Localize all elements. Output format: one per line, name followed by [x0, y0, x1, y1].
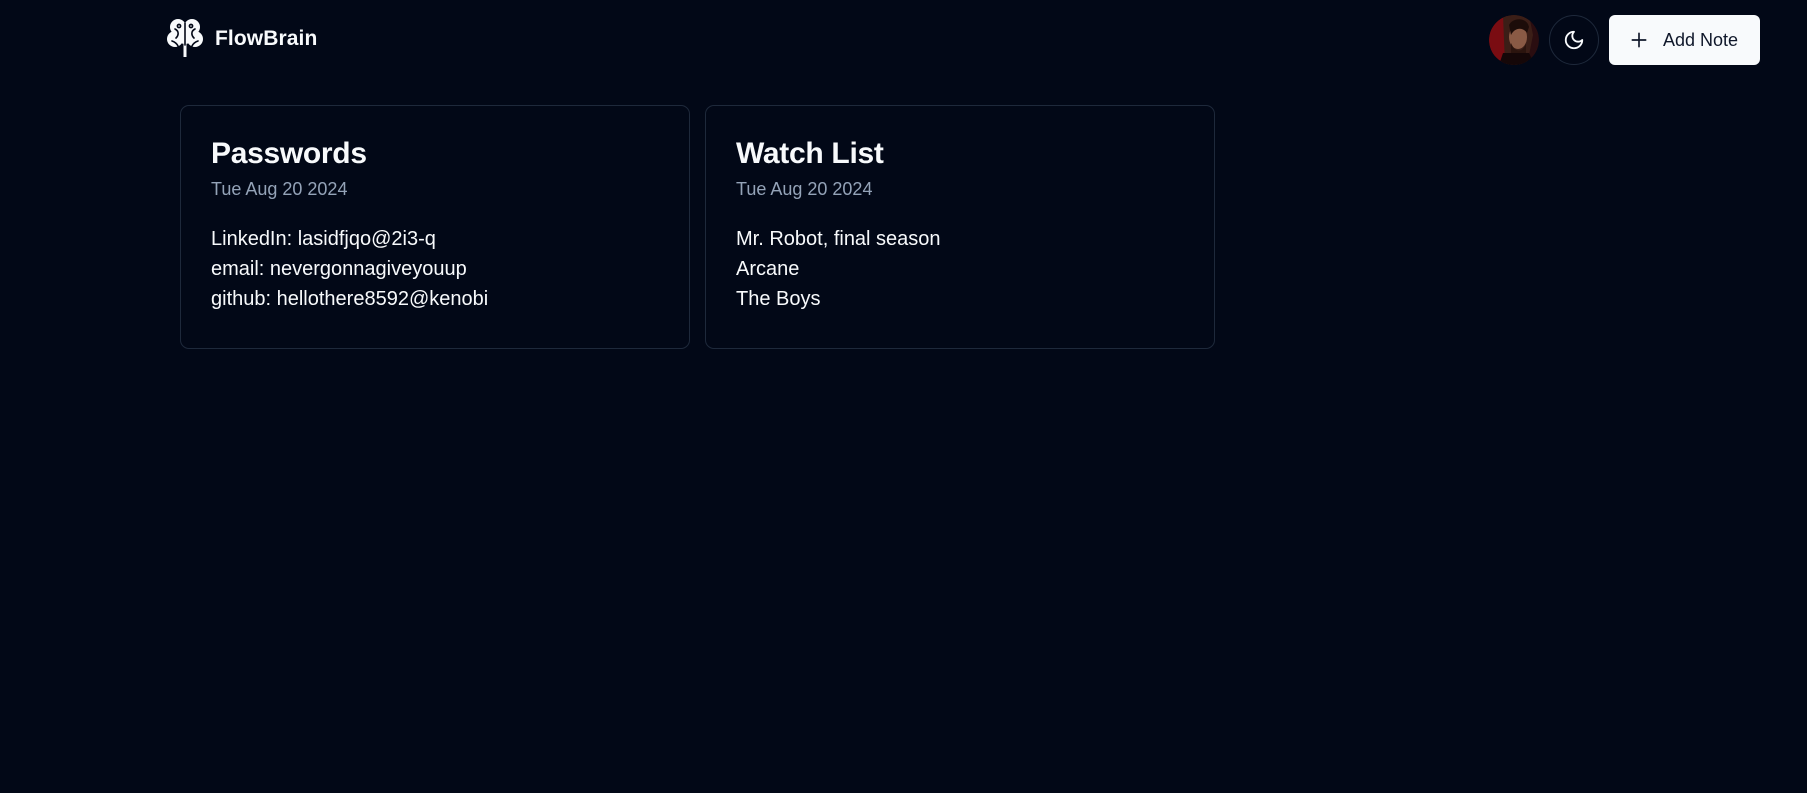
- note-title: Watch List: [736, 137, 884, 170]
- note-date: Tue Aug 20 2024: [211, 179, 348, 199]
- note-card[interactable]: Watch List Tue Aug 20 2024 Mr. Robot, fi…: [705, 105, 1215, 349]
- brand-name: FlowBrain: [215, 27, 318, 50]
- add-note-label: Add Note: [1662, 29, 1738, 50]
- header-actions: Add Note: [1488, 15, 1760, 65]
- note-title: Passwords: [211, 137, 367, 170]
- note-line: Arcane: [736, 258, 800, 280]
- moon-icon: [1564, 30, 1584, 50]
- add-note-button[interactable]: Add Note: [1608, 15, 1760, 65]
- note-date: Tue Aug 20 2024: [736, 179, 873, 199]
- notes-grid: Passwords Tue Aug 20 2024 LinkedIn: lasi…: [180, 105, 1215, 349]
- note-body: LinkedIn: lasidfjqo@2i3-q email: nevergo…: [211, 224, 659, 314]
- note-line: Mr. Robot, final season: [736, 228, 941, 250]
- brand-home-link[interactable]: FlowBrain: [167, 17, 317, 61]
- theme-toggle-button[interactable]: [1548, 15, 1599, 65]
- user-avatar[interactable]: [1488, 15, 1539, 65]
- header: FlowBrain Add Note: [0, 0, 1807, 80]
- note-body: Mr. Robot, final season Arcane The Boys: [736, 224, 1184, 314]
- note-line: LinkedIn: lasidfjqo@2i3-q: [211, 228, 436, 250]
- plus-icon: [1631, 32, 1647, 48]
- brain-icon: [167, 19, 203, 57]
- note-line: email: nevergonnagiveyouup: [211, 258, 467, 280]
- note-line: github: hellothere8592@kenobi: [211, 288, 489, 310]
- note-line: The Boys: [736, 288, 821, 310]
- note-card[interactable]: Passwords Tue Aug 20 2024 LinkedIn: lasi…: [180, 105, 690, 349]
